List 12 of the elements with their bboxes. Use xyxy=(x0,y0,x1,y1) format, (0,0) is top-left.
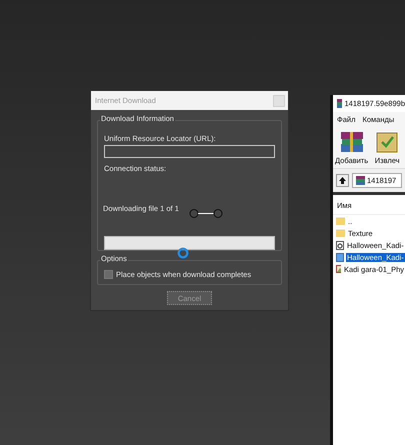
url-field[interactable] xyxy=(104,145,275,158)
archive-icon xyxy=(337,99,342,108)
archive-icon xyxy=(356,176,365,185)
books-stack-icon xyxy=(338,130,365,154)
book-check-icon xyxy=(374,130,400,154)
up-button[interactable] xyxy=(336,174,349,187)
connection-icon xyxy=(188,208,223,219)
loading-spinner-icon xyxy=(177,247,189,259)
checkbox[interactable] xyxy=(104,270,113,279)
image-icon xyxy=(336,265,341,273)
up-arrow-icon xyxy=(339,177,346,184)
document-icon xyxy=(336,252,344,262)
